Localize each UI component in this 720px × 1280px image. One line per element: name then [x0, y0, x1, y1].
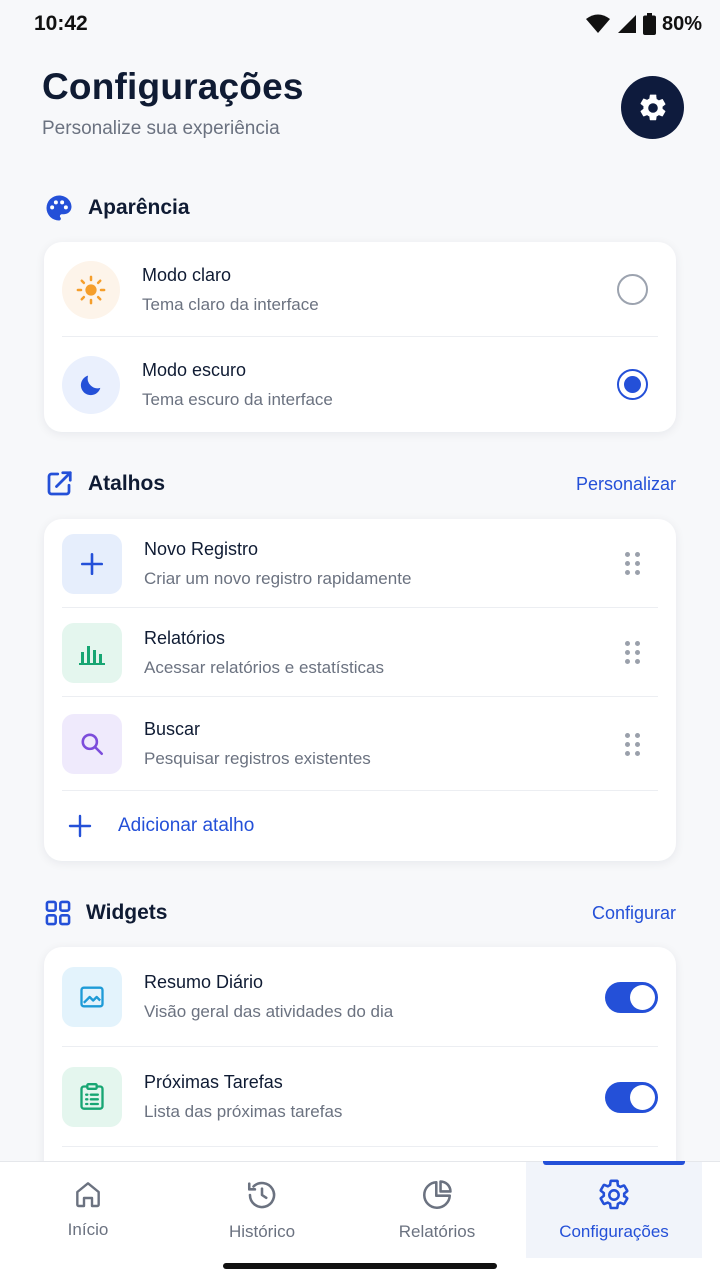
shortcut-item[interactable]: Buscar Pesquisar registros existentes	[44, 697, 676, 791]
appearance-card: Modo claro Tema claro da interface Modo …	[44, 242, 676, 432]
shortcuts-card: Novo Registro Criar um novo registro rap…	[44, 519, 676, 861]
theme-light-desc: Tema claro da interface	[142, 294, 319, 314]
section-shortcuts-header: Atalhos Personalizar	[44, 467, 676, 501]
gear-icon	[640, 94, 665, 120]
theme-dark-title: Modo escuro	[142, 359, 247, 380]
drag-handle-icon[interactable]	[625, 552, 640, 575]
page-title: Configurações	[42, 66, 304, 107]
status-bar: 10:42 80%	[0, 0, 720, 48]
sun-icon-wrap	[62, 260, 120, 319]
shortcut-title: Relatórios	[144, 627, 226, 648]
moon-icon-wrap	[62, 355, 120, 414]
plus-icon	[80, 552, 104, 575]
clipboard-list-icon	[80, 1083, 104, 1110]
signal-icon	[617, 15, 636, 33]
theme-dark-radio[interactable]	[617, 369, 648, 400]
widgets-card: Resumo Diário Visão geral das atividades…	[44, 947, 676, 1177]
shortcut-desc: Criar um novo registro rapidamente	[144, 568, 412, 588]
status-icons: 80%	[585, 13, 702, 36]
add-shortcut-button[interactable]: Adicionar atalho	[44, 791, 676, 861]
theme-option-dark[interactable]: Modo escuro Tema escuro da interface	[44, 337, 676, 432]
nav-label-reports: Relatórios	[398, 1222, 476, 1241]
sun-icon	[76, 275, 106, 304]
image-icon-wrap	[62, 967, 122, 1027]
search-icon	[81, 733, 104, 756]
theme-dark-desc: Tema escuro da interface	[142, 389, 333, 409]
section-title-appearance: Aparência	[88, 196, 190, 219]
nav-item-home[interactable]: Início	[0, 1162, 176, 1258]
search-icon-wrap	[62, 714, 122, 774]
section-title-shortcuts: Atalhos	[88, 472, 166, 495]
battery-percent: 80%	[661, 12, 702, 35]
status-time: 10:42	[34, 12, 88, 35]
grid-icon	[45, 900, 71, 926]
section-appearance-header: Aparência	[44, 191, 676, 225]
page-header: Configurações Personalize sua experiênci…	[42, 66, 684, 140]
image-icon	[80, 986, 104, 1008]
divider	[62, 790, 658, 791]
external-link-icon	[47, 471, 72, 496]
shortcut-desc: Pesquisar registros existentes	[144, 749, 371, 768]
pie-chart-icon	[423, 1180, 452, 1209]
theme-option-light[interactable]: Modo claro Tema claro da interface	[44, 242, 676, 337]
battery-icon	[642, 13, 656, 35]
nav-item-settings[interactable]: Configurações	[526, 1161, 702, 1258]
widget-desc: Lista das próximas tarefas	[144, 1102, 343, 1121]
nav-label-history: Histórico	[228, 1222, 296, 1241]
widget-title: Próximas Tarefas	[144, 1072, 283, 1092]
plus-icon-wrap	[62, 533, 122, 594]
widget-item[interactable]: Próximas Tarefas Lista das próximas tare…	[44, 1047, 676, 1147]
drag-handle-icon[interactable]	[625, 641, 640, 664]
widget-toggle[interactable]	[605, 1081, 658, 1113]
widget-title: Resumo Diário	[144, 972, 264, 992]
widget-desc: Visão geral das atividades do dia	[144, 1002, 394, 1021]
shortcut-title: Buscar	[144, 719, 201, 739]
nav-item-history[interactable]: Histórico	[174, 1162, 350, 1258]
theme-light-title: Modo claro	[142, 264, 232, 285]
section-widgets-header: Widgets Configurar	[44, 896, 676, 930]
shortcut-item[interactable]: Novo Registro Criar um novo registro rap…	[44, 519, 676, 608]
shortcut-item[interactable]: Relatórios Acessar relatórios e estatíst…	[44, 608, 676, 697]
drag-handle-icon[interactable]	[625, 732, 640, 756]
nav-label-home: Início	[67, 1220, 109, 1239]
plus-icon	[68, 814, 92, 838]
widget-item[interactable]: Resumo Diário Visão geral das atividades…	[44, 947, 676, 1047]
configure-widgets-link[interactable]: Configurar	[592, 903, 676, 924]
home-icon	[76, 1182, 100, 1208]
gear-icon	[599, 1179, 629, 1210]
home-indicator[interactable]	[223, 1263, 497, 1269]
clipboard-list-icon-wrap	[62, 1067, 122, 1127]
active-indicator	[543, 1161, 685, 1165]
add-shortcut-label: Adicionar atalho	[118, 815, 255, 836]
customize-shortcuts-link[interactable]: Personalizar	[576, 474, 676, 495]
shortcut-title: Novo Registro	[144, 538, 259, 559]
palette-icon	[46, 195, 72, 221]
widget-toggle[interactable]	[605, 981, 658, 1013]
nav-label-settings: Configurações	[559, 1222, 669, 1241]
settings-button[interactable]	[621, 76, 684, 139]
moon-icon	[80, 375, 101, 395]
divider	[62, 1146, 658, 1147]
theme-light-radio[interactable]	[617, 274, 648, 305]
history-icon	[247, 1181, 276, 1209]
bar-chart-icon	[79, 645, 105, 665]
wifi-icon	[585, 14, 610, 33]
shortcut-desc: Acessar relatórios e estatísticas	[144, 657, 384, 677]
nav-item-reports[interactable]: Relatórios	[349, 1162, 525, 1258]
page-subtitle: Personalize sua experiência	[42, 118, 280, 139]
section-title-widgets: Widgets	[86, 901, 168, 924]
bar-chart-icon-wrap	[62, 622, 122, 683]
